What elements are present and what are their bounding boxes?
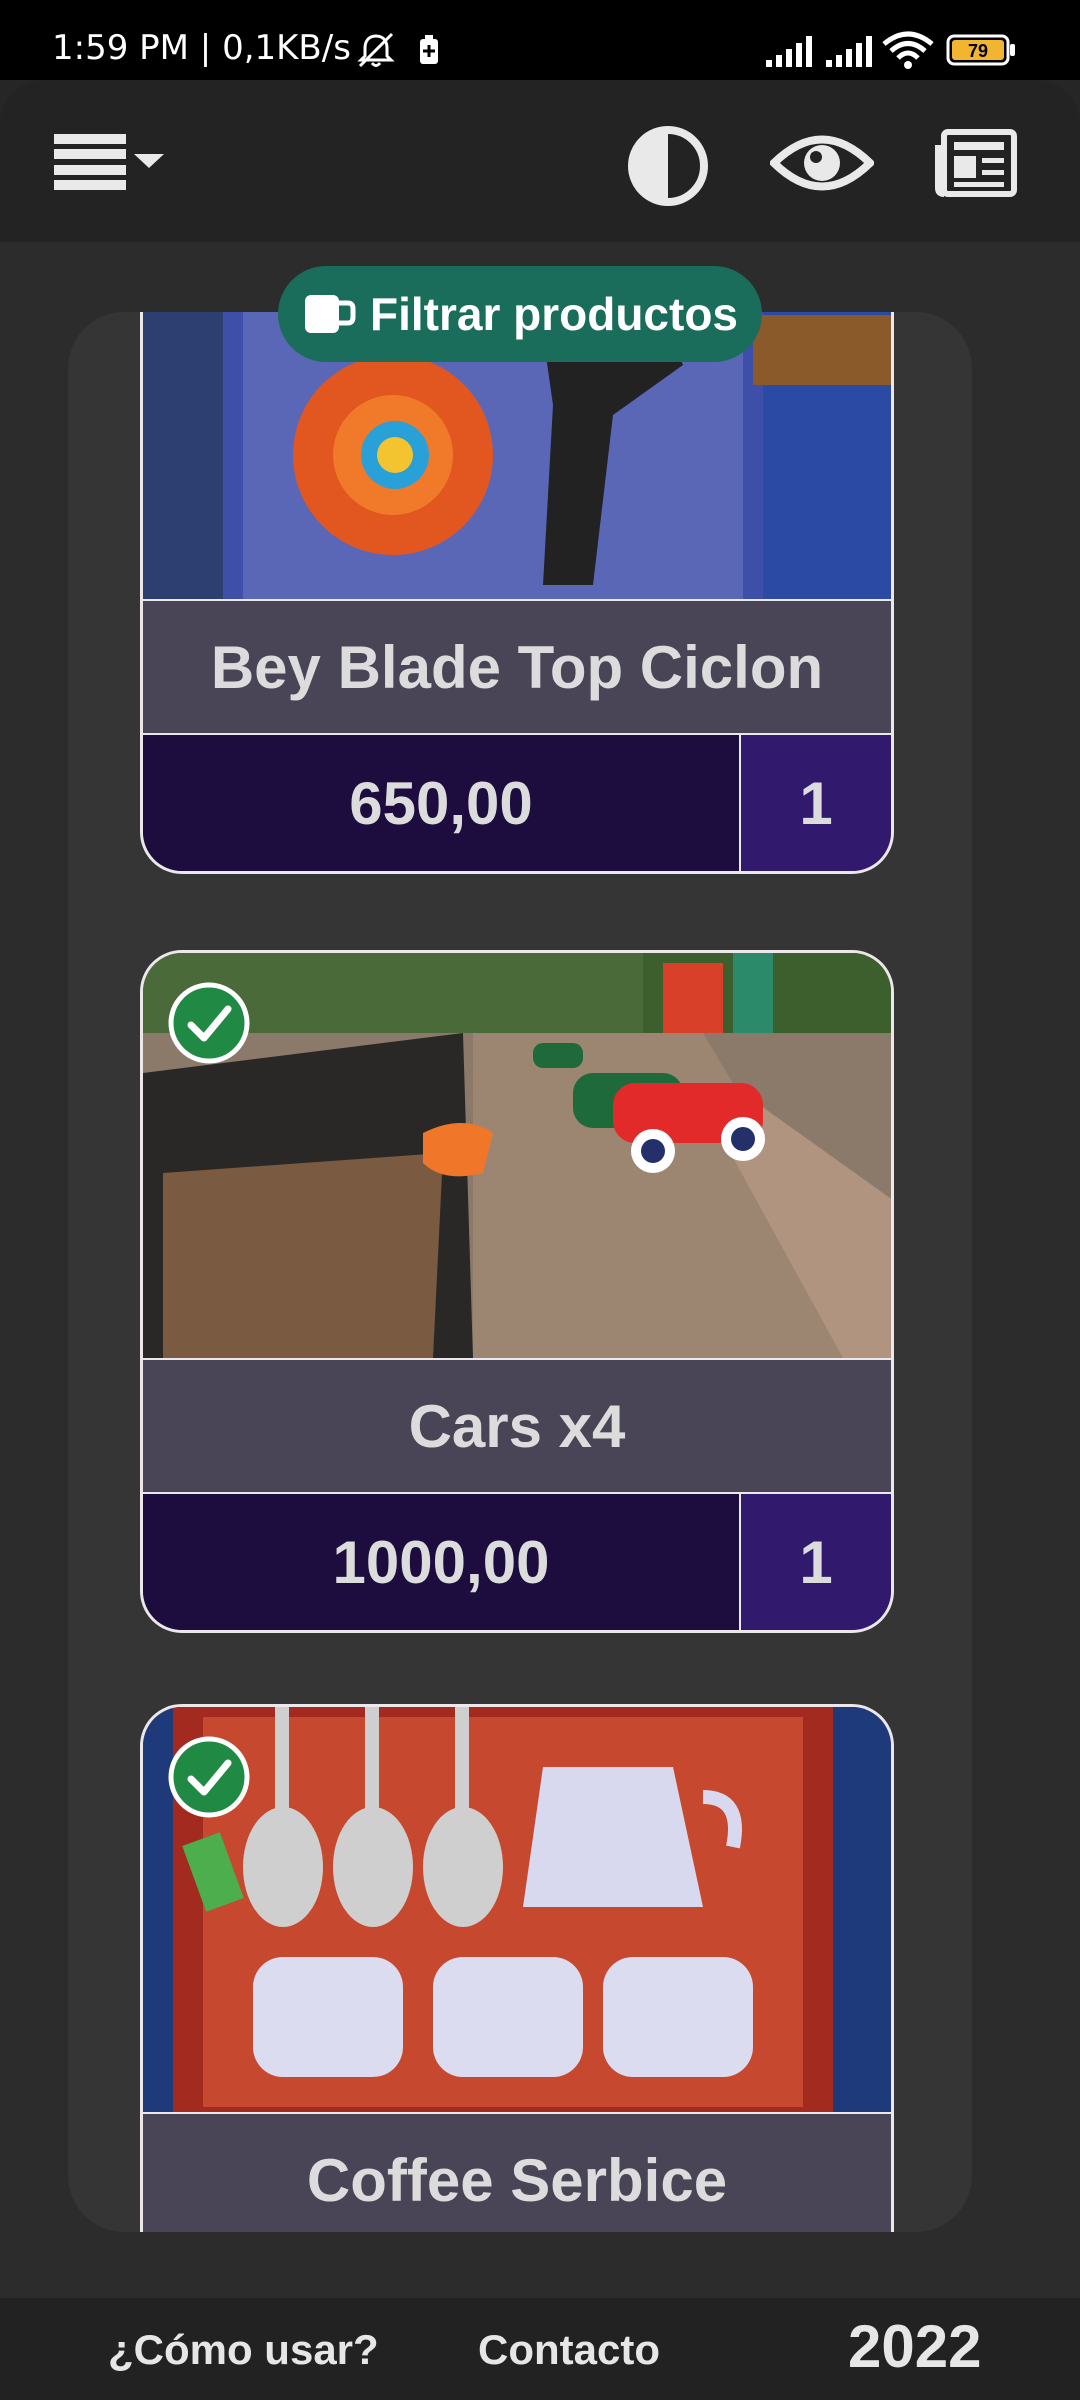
product-card[interactable]: Cars x4 1000,00 1: [140, 950, 894, 1633]
newspaper-icon[interactable]: [934, 128, 1018, 198]
menu-dropdown-icon[interactable]: [54, 132, 170, 192]
battery-saver-icon: [420, 35, 438, 64]
product-name: Bey Blade Top Ciclon: [143, 599, 891, 735]
product-card[interactable]: Bey Blade Top Ciclon 650,00 1: [140, 312, 894, 874]
product-image: [143, 953, 891, 1358]
mug-icon: [304, 295, 356, 333]
product-quantity[interactable]: 1: [741, 1494, 891, 1630]
product-price: 650,00: [143, 735, 741, 871]
product-quantity[interactable]: 1: [741, 735, 891, 871]
selected-check-icon[interactable]: [167, 1735, 251, 1819]
contact-link[interactable]: Contacto: [478, 2326, 660, 2374]
product-name: Coffee Serbice: [143, 2112, 891, 2232]
status-time: 1:59 PM | 0,1KB/s: [52, 28, 351, 68]
battery-icon: 79: [946, 34, 1015, 66]
signal-icon: [766, 36, 812, 67]
footer-year: 2022: [848, 2313, 982, 2380]
eye-icon[interactable]: [770, 128, 874, 198]
product-price: 1000,00: [143, 1494, 741, 1630]
contrast-icon[interactable]: [626, 124, 710, 208]
selected-check-icon[interactable]: [167, 981, 251, 1065]
battery-level: 79: [968, 41, 988, 61]
filter-products-button[interactable]: Filtrar productos: [278, 266, 762, 362]
product-image: [143, 1707, 891, 2112]
how-to-use-link[interactable]: ¿Cómo usar?: [108, 2326, 379, 2374]
product-card[interactable]: Coffee Serbice: [140, 1704, 894, 2232]
signal-icon: [826, 36, 872, 67]
bell-muted-icon: [357, 32, 395, 68]
product-name: Cars x4: [143, 1358, 891, 1494]
filter-products-label: Filtrar productos: [369, 288, 739, 340]
status-bar: 1:59 PM | 0,1KB/s 79: [0, 0, 1080, 80]
wifi-icon: [882, 31, 934, 69]
product-list[interactable]: Bey Blade Top Ciclon 650,00 1 Cars x4 10…: [68, 312, 972, 2232]
